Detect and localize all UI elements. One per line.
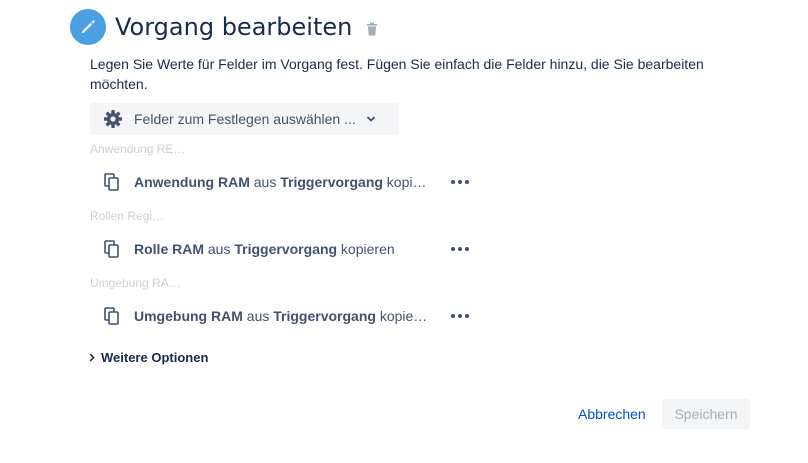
- trash-icon[interactable]: [366, 22, 378, 36]
- field-row: Rolle RAM aus Triggervorgang kopieren: [104, 235, 476, 263]
- field-row: Anwendung RAM aus Triggervorgang kopie…: [104, 168, 476, 196]
- field-value: Umgebung RAM aus Triggervorgang kopie…: [134, 308, 428, 324]
- field-label: Rollen Regi…: [90, 209, 165, 223]
- page-title: Vorgang bearbeiten: [115, 13, 353, 41]
- field-select-dropdown[interactable]: Felder zum Festlegen auswählen ...: [90, 103, 399, 135]
- copy-icon: [104, 240, 126, 258]
- more-options-icon[interactable]: [448, 305, 472, 327]
- field-label: Umgebung RA…: [90, 276, 181, 290]
- description-text: Legen Sie Werte für Felder im Vorgang fe…: [90, 56, 704, 92]
- more-options-label: Weitere Optionen: [101, 350, 209, 365]
- gear-icon: [103, 109, 123, 129]
- field-value: Anwendung RAM aus Triggervorgang kopie…: [134, 174, 430, 190]
- save-button[interactable]: Speichern: [662, 399, 750, 429]
- more-options-icon[interactable]: [448, 171, 472, 193]
- chevron-down-icon: [366, 115, 376, 123]
- field-value: Rolle RAM aus Triggervorgang kopieren: [134, 241, 395, 257]
- field-select-label: Felder zum Festlegen auswählen ...: [134, 111, 356, 127]
- cancel-button[interactable]: Abbrechen: [570, 399, 654, 429]
- copy-icon: [104, 173, 126, 191]
- field-label: Anwendung RE…: [90, 142, 186, 156]
- chevron-right-icon: [89, 353, 95, 362]
- field-row: Umgebung RAM aus Triggervorgang kopie…: [104, 302, 476, 330]
- pencil-icon: [70, 9, 106, 45]
- more-options-toggle[interactable]: Weitere Optionen: [89, 350, 208, 365]
- more-options-icon[interactable]: [448, 238, 472, 260]
- copy-icon: [104, 307, 126, 325]
- header: Vorgang bearbeiten: [70, 9, 378, 45]
